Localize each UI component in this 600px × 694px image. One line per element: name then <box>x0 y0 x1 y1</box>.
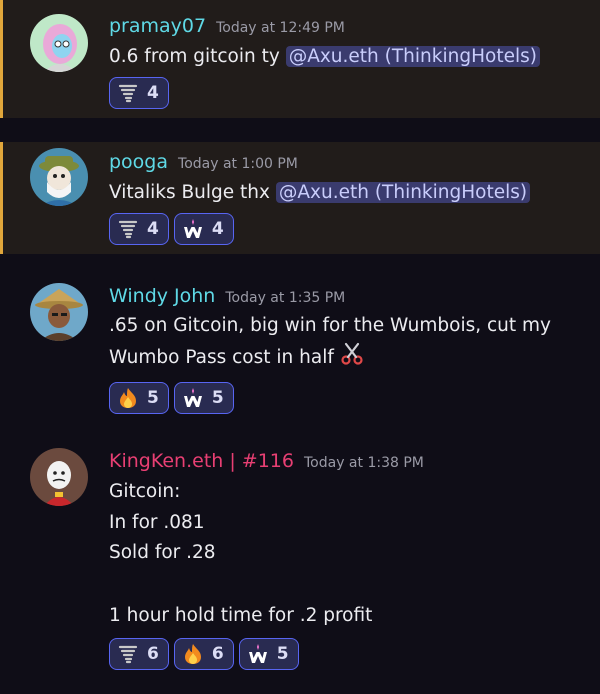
avatar[interactable] <box>30 14 88 72</box>
message-text-line: Wumbo Pass cost in half <box>109 342 590 377</box>
message-pooga: pooga Today at 1:00 PM Vitaliks Bulge th… <box>0 142 600 254</box>
tornado-icon <box>117 82 139 104</box>
message-text-line: In for .081 <box>109 511 205 533</box>
reaction-count: 4 <box>147 82 159 103</box>
username[interactable]: pramay07 <box>109 15 206 37</box>
timestamp: Today at 12:49 PM <box>216 20 345 36</box>
message-text-line: Sold for .28 <box>109 542 216 563</box>
tornado-icon <box>117 218 139 240</box>
reactions: 5 5 <box>109 382 590 414</box>
reaction-wumbo[interactable]: 5 <box>173 382 234 414</box>
reactions: 4 <box>109 76 590 109</box>
timestamp: Today at 1:35 PM <box>225 290 346 306</box>
reaction-fire[interactable]: 6 <box>173 637 234 670</box>
reaction-count: 5 <box>211 388 224 408</box>
username[interactable]: Windy John <box>109 285 215 307</box>
reaction-count: 5 <box>147 388 159 408</box>
message-text-part: 0.6 from gitcoin ty <box>109 46 286 67</box>
reaction-count: 4 <box>211 218 224 239</box>
reaction-fire[interactable]: 5 <box>109 382 169 414</box>
reaction-wumbo[interactable]: 4 <box>173 212 234 245</box>
message-text-line: .65 on Gitcoin, big win for the Wumbois,… <box>109 315 551 336</box>
avatar[interactable] <box>30 283 88 341</box>
avatar[interactable] <box>30 448 88 506</box>
timestamp: Today at 1:00 PM <box>178 156 298 172</box>
reaction-count: 6 <box>147 643 159 664</box>
reaction-tornado[interactable]: 4 <box>109 212 169 245</box>
reaction-tornado[interactable]: 4 <box>109 76 169 109</box>
message-kingken: KingKen.eth | #116 Today at 1:38 PM Gitc… <box>0 437 600 687</box>
reaction-count: 5 <box>276 643 289 664</box>
message-text-line: Gitcoin: <box>109 481 181 502</box>
reaction-wumbo[interactable]: 5 <box>238 637 299 670</box>
message-text-part: Wumbo Pass cost in half <box>109 346 340 368</box>
tornado-icon <box>117 643 139 665</box>
reaction-count: 6 <box>211 643 224 664</box>
fire-icon <box>117 387 139 409</box>
reactions: 4 4 <box>109 212 590 245</box>
user-mention[interactable]: @Axu.eth (ThinkingHotels) <box>285 46 540 67</box>
scissors-icon <box>340 342 364 377</box>
message-pramay07: pramay07 Today at 12:49 PM 0.6 from gitc… <box>0 0 600 118</box>
message-text: 0.6 from gitcoin ty @Axu.eth (ThinkingHo… <box>109 42 590 73</box>
reactions: 6 6 5 <box>109 637 590 670</box>
message-windy-john: Windy John Today at 1:35 PM .65 on Gitco… <box>0 272 600 422</box>
reaction-tornado[interactable]: 6 <box>109 637 169 670</box>
timestamp: Today at 1:38 PM <box>303 455 424 471</box>
message-text-line: 1 hour hold time for .2 profit <box>109 605 373 626</box>
chat-messages: pramay07 Today at 12:49 PM 0.6 from gitc… <box>0 0 600 694</box>
wumbo-w-icon <box>247 643 269 665</box>
wumbo-w-icon <box>182 387 204 409</box>
username[interactable]: pooga <box>109 151 168 173</box>
avatar[interactable] <box>30 148 88 206</box>
message-text-part: Vitaliks Bulge thx <box>109 182 276 203</box>
wumbo-w-icon <box>182 218 204 240</box>
user-mention[interactable]: @Axu.eth (ThinkingHotels) <box>275 182 531 203</box>
username[interactable]: KingKen.eth | #116 <box>109 450 294 472</box>
fire-icon <box>182 643 204 665</box>
message-text-line <box>109 569 590 600</box>
reaction-count: 4 <box>147 218 159 239</box>
message-text: Vitaliks Bulge thx @Axu.eth (ThinkingHot… <box>109 178 590 209</box>
